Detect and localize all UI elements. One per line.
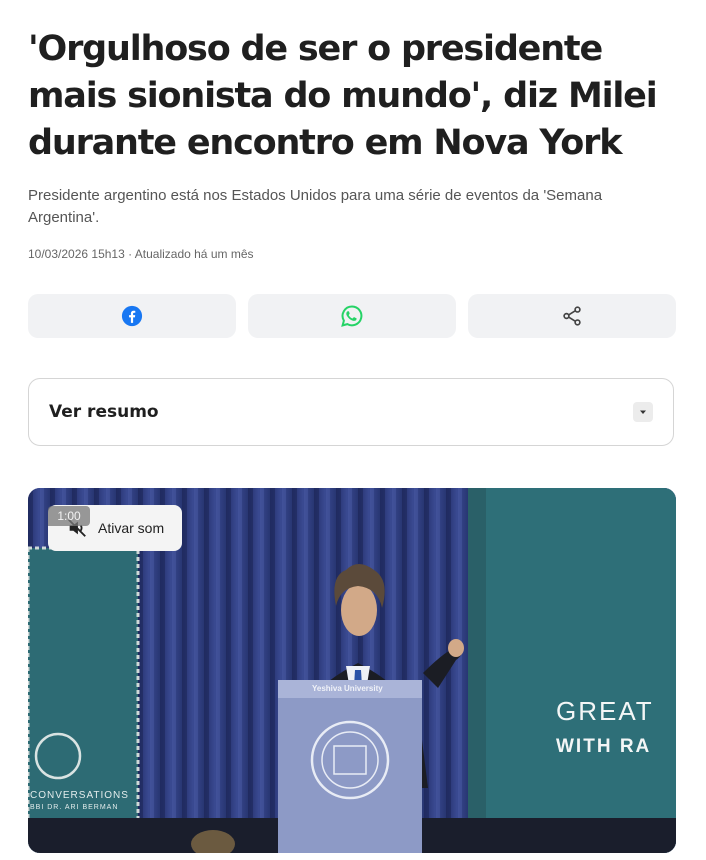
whatsapp-icon <box>341 305 363 327</box>
share-whatsapp-button[interactable] <box>248 294 456 338</box>
left-banner-text-2: BBI DR. ARI BERMAN <box>30 804 119 811</box>
article-dateline: 10/03/2026 15h13 · Atualizado há um mês <box>28 247 254 261</box>
share-facebook-button[interactable] <box>28 294 236 338</box>
article-subtitle: Presidente argentino está nos Estados Un… <box>28 187 603 226</box>
video-player[interactable]: Yeshiva University GREAT WITH RA CONVERS… <box>28 488 676 853</box>
share-bar <box>28 294 676 338</box>
facebook-icon <box>121 305 143 327</box>
video-timer: 1:00 <box>48 506 90 526</box>
left-banner-text-1: CONVERSATIONS <box>30 790 129 801</box>
share-icon <box>563 306 581 326</box>
article: 'Orgulhoso de ser o presidente mais sion… <box>28 0 676 853</box>
unmute-label: Ativar som <box>98 520 165 536</box>
summary-label: Ver resumo <box>49 402 159 422</box>
banner-text-with: WITH RA <box>556 736 652 757</box>
article-headline: 'Orgulhoso de ser o presidente mais sion… <box>28 29 658 163</box>
chevron-down-icon[interactable] <box>633 402 653 422</box>
banner-text-great: GREAT <box>556 696 654 726</box>
share-more-button[interactable] <box>468 294 676 338</box>
podium-label: Yeshiva University <box>312 684 383 693</box>
summary-toggle[interactable]: Ver resumo <box>28 378 674 446</box>
